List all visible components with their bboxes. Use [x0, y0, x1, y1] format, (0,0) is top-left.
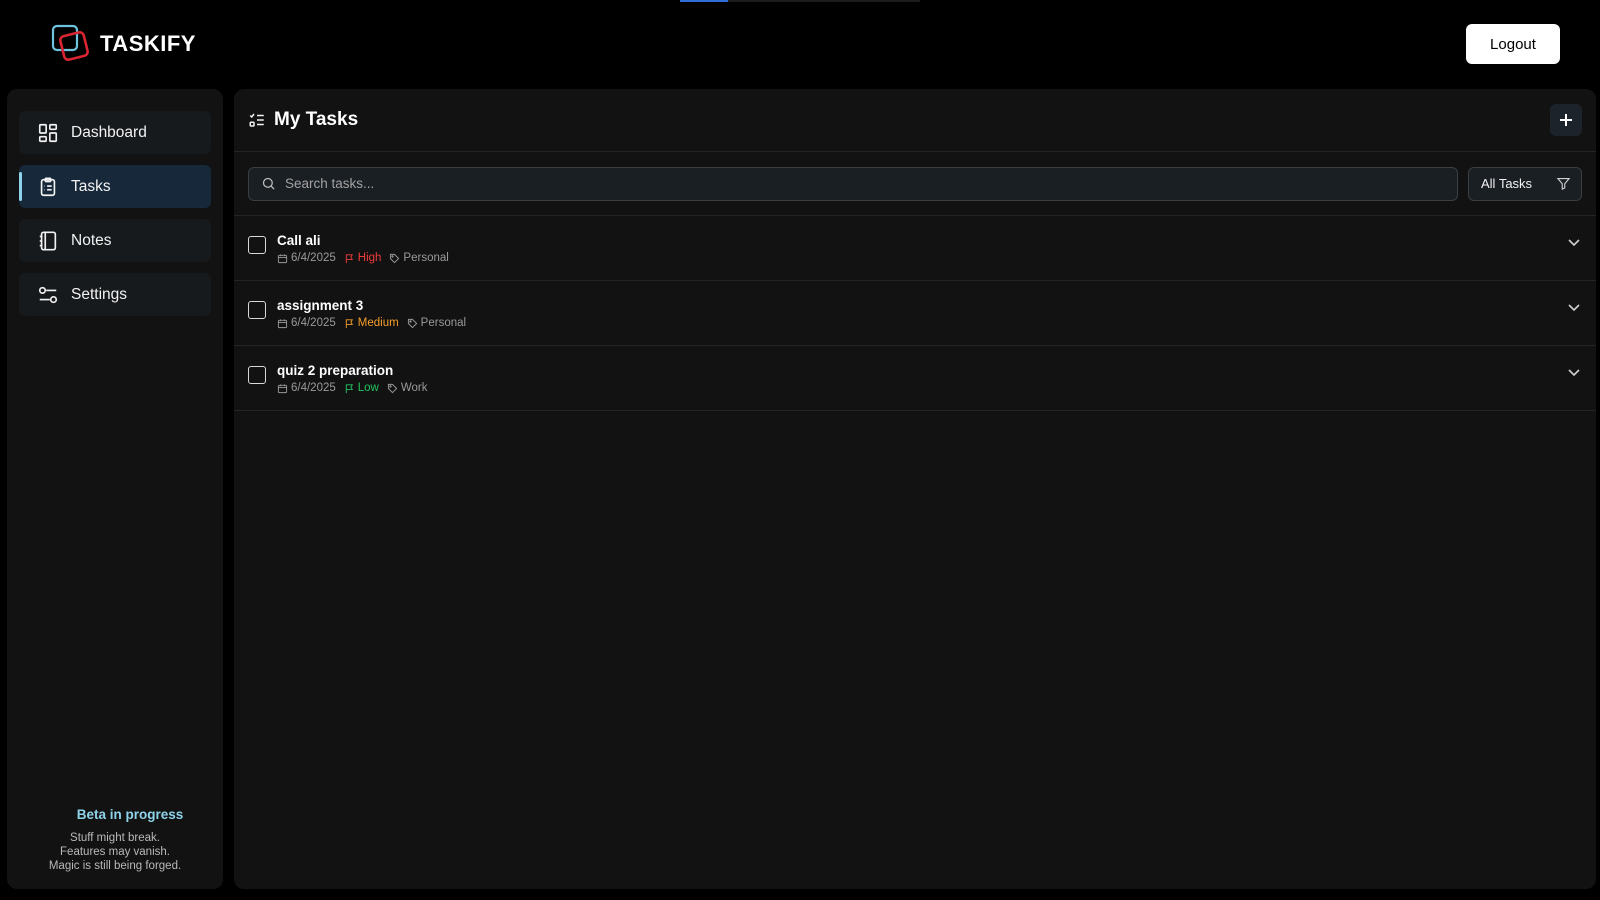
task-date-text: 6/4/2025 [291, 317, 336, 329]
search-box [248, 166, 1458, 201]
chevron-down-icon[interactable] [1566, 299, 1582, 315]
task-priority: High [344, 252, 382, 264]
task-checkbox[interactable] [248, 366, 266, 384]
task-priority: Low [344, 382, 379, 394]
beta-title: Beta in progress [76, 807, 184, 822]
chevron-down-icon[interactable] [1566, 234, 1582, 250]
tasks-panel: My Tasks All Tasks Call ali [234, 89, 1596, 889]
notebook-icon [39, 230, 57, 251]
task-priority-text: Low [357, 382, 379, 394]
sidebar: Dashboard Tasks Notes Settings Beta in p… [7, 89, 223, 889]
task-body: assignment 3 6/4/2025 Medium Personal [277, 297, 469, 329]
tag-icon [387, 383, 398, 393]
sliders-icon [38, 286, 58, 303]
sidebar-item-notes[interactable]: Notes [19, 219, 211, 262]
tag-icon [407, 318, 417, 328]
calendar-icon [277, 383, 288, 393]
list-checks-icon [249, 113, 264, 127]
filter-label: All Tasks [1481, 176, 1533, 191]
task-priority-text: Medium [357, 317, 399, 329]
beta-line: Stuff might break. [70, 832, 160, 844]
task-title: Call ali [277, 233, 321, 248]
task-priority-text: High [357, 252, 382, 264]
flag-icon [345, 253, 353, 263]
sidebar-item-label: Tasks [71, 177, 111, 195]
task-date: 6/4/2025 [277, 382, 336, 394]
search-icon [262, 177, 275, 190]
task-category: Personal [407, 317, 466, 329]
task-category-text: Personal [420, 317, 467, 329]
task-checkbox[interactable] [248, 301, 266, 319]
task-toolbar: All Tasks [234, 152, 1596, 216]
task-meta: 6/4/2025 Medium Personal [277, 317, 469, 329]
sidebar-item-settings[interactable]: Settings [19, 273, 211, 316]
calendar-icon [277, 318, 288, 328]
task-title: quiz 2 preparation [277, 363, 394, 378]
task-category: Work [387, 382, 428, 394]
beta-line: Magic is still being forged. [48, 860, 182, 872]
task-row[interactable]: Call ali 6/4/2025 High Personal [234, 216, 1596, 281]
app-name: TASKIFY [100, 31, 196, 56]
flag-icon [345, 383, 353, 393]
task-priority: Medium [344, 317, 399, 329]
sidebar-item-label: Notes [71, 231, 112, 249]
taskify-logo-icon [51, 24, 89, 61]
title-group: My Tasks [248, 109, 358, 131]
panel-header: My Tasks [234, 89, 1596, 152]
beta-line: Features may vanish. [60, 846, 170, 858]
tag-icon [390, 253, 400, 263]
filter-icon [1556, 177, 1571, 191]
task-filter-select[interactable]: All Tasks [1468, 166, 1582, 201]
sidebar-nav: Dashboard Tasks Notes Settings [7, 89, 223, 316]
top-header: TASKIFY Logout [0, 0, 1600, 88]
sidebar-item-label: Settings [71, 285, 128, 303]
calendar-icon [277, 253, 288, 263]
task-meta: 6/4/2025 High Personal [277, 252, 452, 264]
brand[interactable]: TASKIFY [50, 23, 196, 65]
task-date-text: 6/4/2025 [291, 252, 336, 264]
dashboard-icon [38, 123, 58, 142]
task-category-text: Work [400, 382, 428, 394]
task-row[interactable]: quiz 2 preparation 6/4/2025 Low Work [234, 346, 1596, 411]
task-meta: 6/4/2025 Low Work [277, 382, 431, 394]
task-list: Call ali 6/4/2025 High Personal assignme… [234, 216, 1596, 411]
page-title: My Tasks [274, 109, 359, 130]
task-date-text: 6/4/2025 [291, 382, 336, 394]
task-category: Personal [389, 252, 449, 264]
logout-button[interactable]: Logout [1466, 24, 1560, 64]
chevron-down-icon[interactable] [1566, 364, 1582, 380]
task-title: assignment 3 [277, 298, 364, 313]
add-task-button[interactable] [1550, 104, 1582, 136]
clipboard-list-icon [40, 176, 56, 196]
sidebar-item-label: Dashboard [71, 123, 147, 141]
plus-icon [1560, 114, 1572, 126]
task-date: 6/4/2025 [277, 317, 336, 329]
task-body: Call ali 6/4/2025 High Personal [277, 232, 452, 264]
beta-notice: Beta in progress Stuff might break. Feat… [7, 807, 223, 873]
sidebar-item-tasks[interactable]: Tasks [19, 165, 211, 208]
task-date: 6/4/2025 [277, 252, 336, 264]
sidebar-item-dashboard[interactable]: Dashboard [19, 111, 211, 154]
task-row[interactable]: assignment 3 6/4/2025 Medium Personal [234, 281, 1596, 346]
search-input[interactable] [249, 167, 1457, 200]
task-body: quiz 2 preparation 6/4/2025 Low Work [277, 362, 431, 394]
flag-icon [345, 318, 353, 328]
task-checkbox[interactable] [248, 236, 266, 254]
task-category-text: Personal [403, 252, 449, 264]
